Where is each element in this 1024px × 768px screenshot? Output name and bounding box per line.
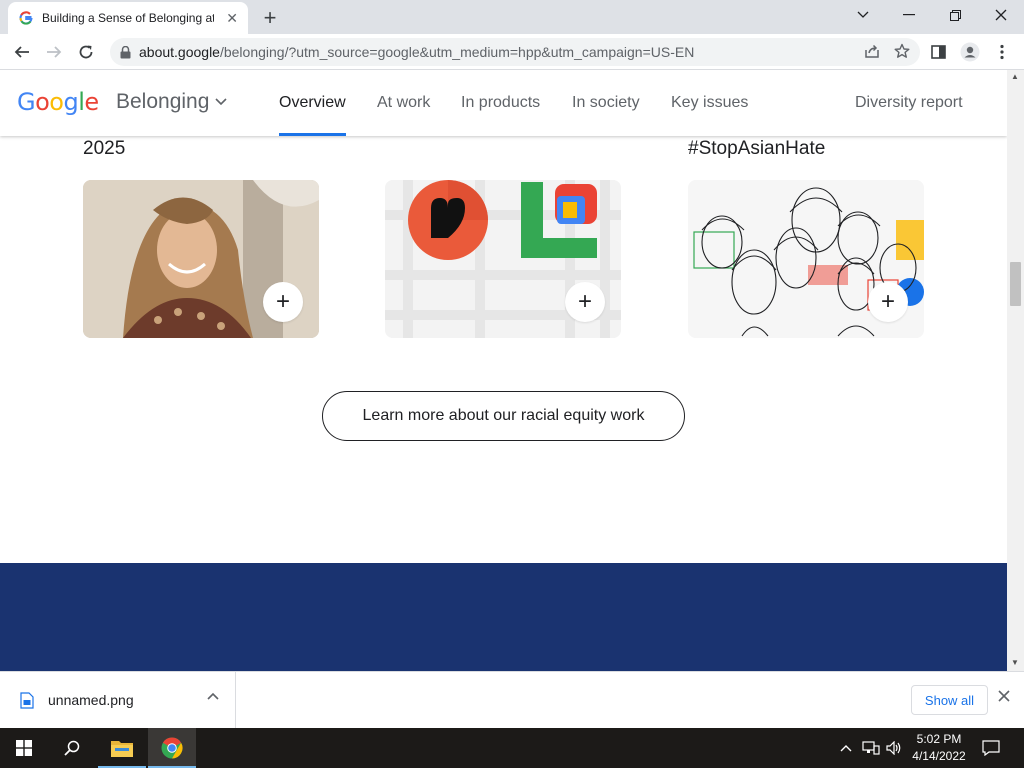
- learn-more-racial-equity-button[interactable]: Learn more about our racial equity work: [322, 391, 685, 441]
- nav-diversity-report[interactable]: Diversity report: [855, 70, 963, 136]
- site-header: Google Belonging Overview At work In pro…: [0, 70, 1007, 136]
- expand-plus-icon[interactable]: +: [263, 282, 303, 322]
- browser-tab[interactable]: Building a Sense of Belonging at ✕: [8, 2, 248, 34]
- chrome-taskbar-icon[interactable]: [148, 728, 196, 768]
- chevron-down-icon: [215, 98, 227, 106]
- profile-avatar-icon[interactable]: [956, 38, 984, 66]
- multicolor-logo-icon: [521, 182, 597, 258]
- close-window-icon[interactable]: [978, 0, 1024, 30]
- nav-key-issues[interactable]: Key issues: [671, 70, 748, 136]
- logo-letter: g: [63, 88, 79, 116]
- logo-letter: o: [49, 88, 64, 116]
- notifications-icon[interactable]: [982, 728, 1000, 768]
- forward-arrow-icon[interactable]: [40, 38, 68, 66]
- clock-time: 5:02 PM: [916, 732, 962, 746]
- google-logo[interactable]: Google: [17, 88, 99, 116]
- browser-tab-strip: Building a Sense of Belonging at ✕ +: [0, 0, 1024, 34]
- page-scrollbar[interactable]: ▲ ▼: [1007, 70, 1024, 671]
- card-caption-right: #StopAsianHate: [688, 138, 826, 159]
- web-page: Google Belonging Overview At work In pro…: [0, 70, 1007, 671]
- restore-icon[interactable]: [932, 0, 978, 30]
- windows-start-icon[interactable]: [0, 728, 48, 768]
- scrollbar-thumb[interactable]: [1010, 262, 1021, 306]
- section-title-dropdown[interactable]: Belonging: [116, 90, 227, 114]
- scroll-down-arrow-icon[interactable]: ▼: [1011, 658, 1019, 667]
- side-panel-icon[interactable]: [924, 38, 952, 66]
- clock-date: 4/14/2022: [912, 749, 966, 763]
- card-caption-left: 2025: [83, 138, 126, 159]
- card-portrait[interactable]: +: [83, 180, 319, 338]
- download-item[interactable]: unnamed.png: [0, 672, 236, 728]
- nav-overview[interactable]: Overview: [279, 70, 346, 136]
- minimize-icon[interactable]: [886, 0, 932, 30]
- logo-letter: G: [17, 88, 36, 116]
- address-bar[interactable]: about.google/belonging/?utm_source=googl…: [110, 38, 920, 66]
- taskbar-clock[interactable]: 5:02 PM 4/14/2022: [906, 731, 972, 765]
- logo-letter: e: [84, 88, 99, 116]
- volume-icon[interactable]: [886, 728, 902, 768]
- chevron-up-icon[interactable]: [207, 692, 219, 700]
- download-file-name: unnamed.png: [48, 692, 134, 708]
- heart-badge-logo-icon: [408, 180, 488, 260]
- new-tab-plus-icon[interactable]: +: [258, 5, 282, 30]
- lock-icon[interactable]: [120, 45, 131, 59]
- nav-in-products[interactable]: In products: [461, 70, 540, 136]
- show-all-downloads-button[interactable]: Show all: [911, 685, 988, 715]
- card-logo-tiles[interactable]: +: [385, 180, 621, 338]
- file-image-icon: [20, 691, 34, 709]
- nav-at-work[interactable]: At work: [377, 70, 430, 136]
- search-icon[interactable]: [48, 728, 96, 768]
- share-icon[interactable]: [864, 43, 880, 64]
- url-host: about.google: [139, 44, 220, 60]
- tab-search-chevron-icon[interactable]: [840, 0, 886, 30]
- expand-plus-icon[interactable]: +: [868, 282, 908, 322]
- windows-taskbar: 5:02 PM 4/14/2022: [0, 728, 1024, 768]
- file-explorer-icon[interactable]: [98, 728, 146, 768]
- url-path: /belonging/?utm_source=google&utm_medium…: [219, 44, 695, 60]
- section-title-label: Belonging: [116, 90, 210, 113]
- nav-in-society[interactable]: In society: [572, 70, 640, 136]
- scroll-up-arrow-icon[interactable]: ▲: [1011, 72, 1019, 81]
- card-stop-asian-hate[interactable]: +: [688, 180, 924, 338]
- tab-close-icon[interactable]: ✕: [226, 10, 238, 27]
- back-arrow-icon[interactable]: [8, 38, 36, 66]
- browser-menu-icon[interactable]: [988, 38, 1016, 66]
- download-shelf: unnamed.png Show all: [0, 671, 1024, 728]
- reload-icon[interactable]: [72, 38, 100, 66]
- expand-plus-icon[interactable]: +: [565, 282, 605, 322]
- blue-footer-band: [0, 563, 1007, 671]
- bookmark-star-icon[interactable]: [894, 43, 910, 64]
- show-hidden-icons-chevron-icon[interactable]: [840, 728, 852, 768]
- google-favicon-icon: [19, 11, 33, 25]
- close-shelf-icon[interactable]: [998, 690, 1010, 702]
- network-icon[interactable]: [862, 728, 880, 768]
- url-text: about.google/belonging/?utm_source=googl…: [139, 44, 694, 60]
- browser-toolbar: about.google/belonging/?utm_source=googl…: [0, 34, 1024, 70]
- tab-title: Building a Sense of Belonging at: [42, 11, 214, 25]
- logo-letter: o: [35, 88, 50, 116]
